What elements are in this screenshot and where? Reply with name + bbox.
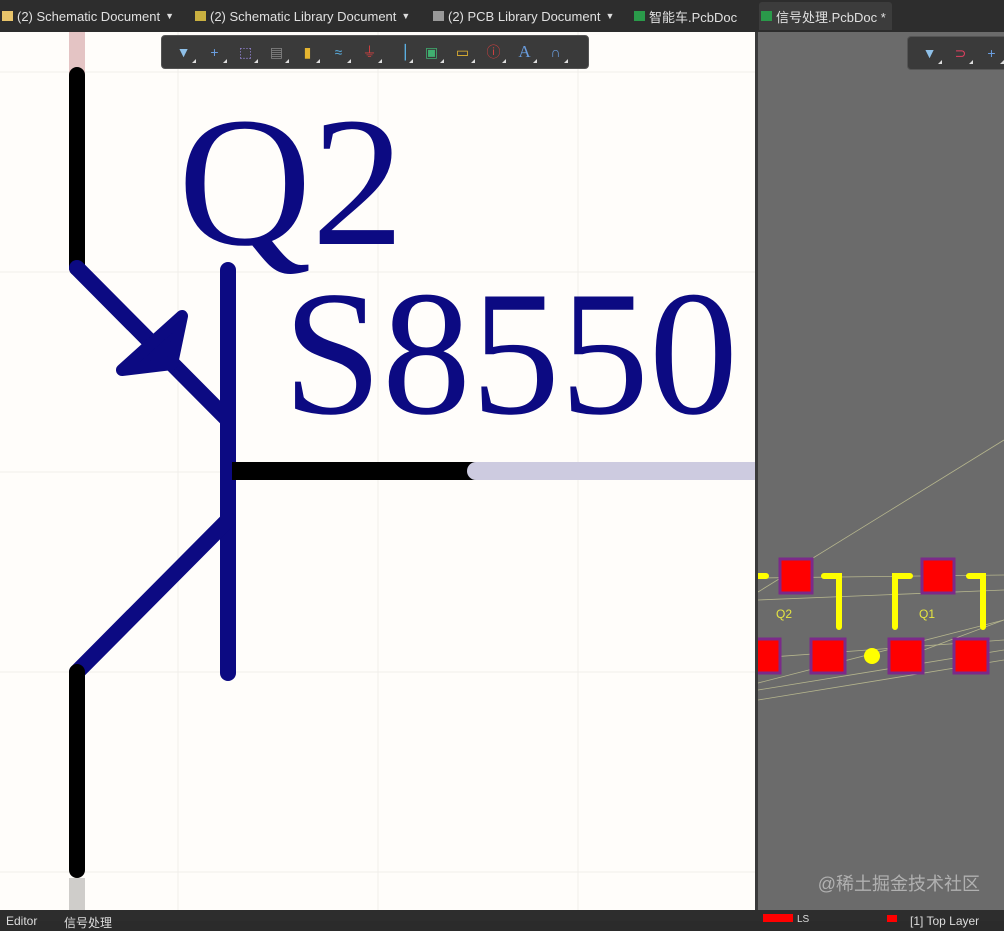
- schematic-active-bar: ▼ + ⬚ ▤ ▮ ≈ ⏚ ▕ ▣ ▭ ⓘ A ∩: [161, 35, 589, 69]
- tab-pcb-library[interactable]: (2) PCB Library Document ▼: [431, 2, 614, 30]
- pcb-designator-q1: Q1: [919, 607, 936, 621]
- pcb-drawing: [758, 439, 1004, 701]
- directive-icon[interactable]: ⓘ: [478, 38, 509, 66]
- status-bar: Editor 信号处理 LS [1] Top Layer: [0, 910, 1004, 930]
- pcb-doc-icon: [634, 11, 645, 21]
- tab-schematic-library[interactable]: (2) Schematic Library Document ▼: [193, 2, 410, 30]
- layer-tab-top[interactable]: [1] Top Layer: [910, 914, 979, 928]
- document-tab-bar: (2) Schematic Document ▼ (2) Schematic Li…: [0, 0, 1004, 32]
- watermark: @稀土掘金技术社区: [817, 874, 980, 894]
- pcb-active-bar: ▼ ⊃ +: [907, 36, 1004, 70]
- select-icon[interactable]: ⬚: [230, 38, 261, 66]
- pcb-designator-q2: Q2: [776, 607, 793, 621]
- filter-icon[interactable]: ▼: [168, 38, 199, 66]
- chevron-down-icon[interactable]: ▼: [401, 11, 410, 21]
- chevron-down-icon[interactable]: ▼: [605, 11, 614, 21]
- designator-label[interactable]: Q2: [178, 90, 404, 275]
- chevron-down-icon[interactable]: ▼: [165, 11, 174, 21]
- pcb-canvas[interactable]: ▼ ⊃ + Q2 Q1 @稀土掘金技术社区: [758, 32, 1004, 910]
- tab-schematic-document[interactable]: (2) Schematic Document ▼: [0, 2, 174, 30]
- pcb-doc-icon: [761, 11, 772, 21]
- filter-icon[interactable]: ▼: [914, 39, 945, 67]
- align-icon[interactable]: ▤: [261, 38, 292, 66]
- sheet-symbol-icon[interactable]: ▣: [416, 38, 447, 66]
- wire-icon[interactable]: ≈: [323, 38, 354, 66]
- snap-magnet-icon[interactable]: ⊃: [945, 39, 976, 67]
- schematic-canvas[interactable]: Q2 S8550 ▼ + ⬚ ▤ ▮ ≈ ⏚ ▕ ▣ ▭ ⓘ A ∩: [0, 32, 755, 910]
- arc-icon[interactable]: ∩: [540, 38, 571, 66]
- power-port-icon[interactable]: ⏚: [354, 38, 385, 66]
- ls-button[interactable]: LS: [797, 914, 809, 925]
- collector-lead: [69, 512, 236, 680]
- tab-smart-car-pcb[interactable]: 智能车.PcbDoc: [632, 2, 737, 30]
- move-icon[interactable]: +: [976, 39, 1004, 67]
- port-icon[interactable]: ▭: [447, 38, 478, 66]
- schlib-icon: [195, 11, 206, 21]
- pcblib-icon: [433, 11, 444, 21]
- bottom-tab-signal[interactable]: 信号处理: [64, 914, 112, 931]
- comment-label[interactable]: S8550: [283, 264, 738, 442]
- move-icon[interactable]: +: [199, 38, 230, 66]
- text-icon[interactable]: A: [509, 38, 540, 66]
- via: [864, 648, 880, 664]
- place-part-icon[interactable]: ▮: [292, 38, 323, 66]
- tab-signal-processing-pcb[interactable]: 信号处理.PcbDoc *: [759, 2, 892, 30]
- harness-icon[interactable]: ▕: [385, 38, 416, 66]
- schematic-doc-icon: [2, 11, 13, 21]
- bottom-tab-editor[interactable]: Editor: [6, 914, 37, 928]
